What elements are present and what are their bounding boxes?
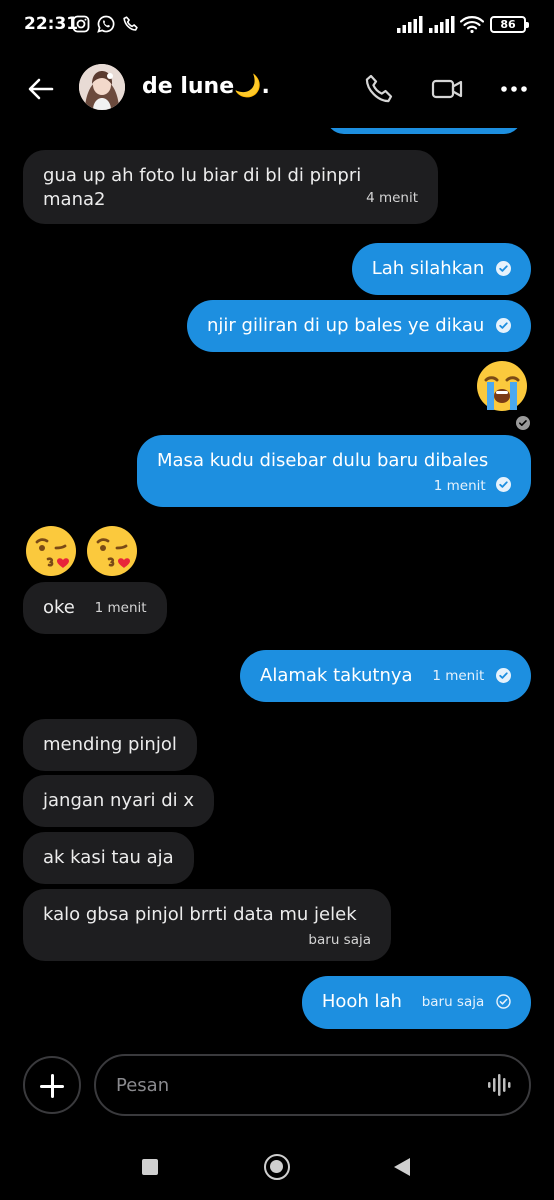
read-check-icon (496, 318, 511, 333)
message-time: baru saja (308, 932, 371, 948)
incoming-message[interactable]: kalo gbsa pinjol brrti data mu jelek bar… (23, 889, 391, 961)
message-text: oke (43, 597, 75, 618)
face-blowing-kiss-emoji[interactable] (84, 523, 140, 579)
more-icon[interactable] (497, 72, 531, 106)
message-text: gua up ah foto lu biar di bl di pinpri (43, 165, 362, 186)
status-bar: 22:31 86 (0, 0, 554, 52)
message-time: 1 menit (432, 668, 485, 684)
sent-check-icon (496, 994, 511, 1009)
message-time: 1 menit (94, 600, 147, 616)
message-text: Lah silahkan (371, 258, 485, 279)
message-time: baru saja (421, 994, 485, 1010)
message-time: 1 menit (433, 478, 486, 494)
message-text: Alamak takutnya (260, 665, 413, 686)
message-text: Hooh lah (321, 991, 402, 1012)
outgoing-message[interactable]: Alamak takutnya 1 menit (240, 650, 531, 702)
read-check-icon (496, 261, 511, 276)
call-icon[interactable] (362, 72, 396, 106)
chat-screen: 22:31 86 de lune🌙. gua up ah foto lu bia… (0, 0, 554, 1200)
attach-button[interactable] (23, 1056, 81, 1114)
message-text: mending pinjol (43, 734, 177, 755)
message-input[interactable] (116, 1056, 476, 1114)
face-blowing-kiss-emoji[interactable] (23, 523, 79, 579)
incoming-message[interactable]: mending pinjol (23, 719, 197, 771)
contact-name[interactable]: de lune🌙. (142, 74, 270, 99)
whatsapp-icon (97, 15, 115, 33)
read-check-icon (496, 668, 511, 683)
incoming-message[interactable]: oke 1 menit (23, 582, 167, 634)
video-call-icon[interactable] (430, 72, 464, 106)
signal-icon (429, 16, 455, 33)
avatar[interactable] (79, 64, 125, 110)
read-check-icon (516, 416, 530, 430)
chat-header: de lune🌙. (0, 52, 554, 128)
system-back-button[interactable] (394, 1158, 410, 1176)
avatar-image (79, 64, 125, 110)
outgoing-message[interactable]: Masa kudu disebar dulu baru dibales 1 me… (137, 435, 531, 507)
wifi-icon (460, 16, 484, 33)
signal-icon (397, 16, 423, 33)
message-text: mana2 (43, 189, 106, 210)
outgoing-message[interactable]: njir giliran di up bales ye dikau (186, 300, 531, 352)
outgoing-message[interactable]: Hooh lah baru saja (301, 976, 531, 1029)
read-check-icon (496, 477, 511, 492)
outgoing-bubble-partial (326, 128, 522, 134)
message-list[interactable]: gua up ah foto lu biar di bl di pinpri m… (0, 128, 554, 1040)
battery-level: 86 (500, 18, 516, 31)
message-text: njir giliran di up bales ye dikau (206, 315, 485, 336)
battery-icon: 86 (490, 16, 529, 33)
incoming-message[interactable]: jangan nyari di x (23, 775, 215, 827)
incoming-message[interactable]: gua up ah foto lu biar di bl di pinpri m… (23, 150, 438, 224)
home-button[interactable] (264, 1154, 290, 1180)
incoming-message[interactable]: ak kasi tau aja (23, 832, 194, 884)
message-time: 4 menit (366, 190, 418, 206)
outgoing-message[interactable]: Lah silahkan (351, 243, 531, 295)
message-text: jangan nyari di x (43, 790, 195, 811)
recents-button[interactable] (142, 1159, 158, 1175)
voice-message-icon[interactable] (487, 1073, 513, 1097)
phone-icon (123, 16, 138, 31)
message-text: Masa kudu disebar dulu baru dibales (157, 450, 489, 471)
loudly-crying-face-emoji[interactable] (474, 358, 530, 414)
system-nav-bar (0, 1140, 554, 1200)
message-composer[interactable] (94, 1054, 531, 1116)
message-text: ak kasi tau aja (43, 847, 174, 868)
message-text: kalo gbsa pinjol brrti data mu jelek (43, 904, 357, 925)
back-arrow-icon[interactable] (24, 72, 58, 106)
status-time: 22:31 (24, 14, 79, 34)
instagram-icon (72, 15, 90, 33)
